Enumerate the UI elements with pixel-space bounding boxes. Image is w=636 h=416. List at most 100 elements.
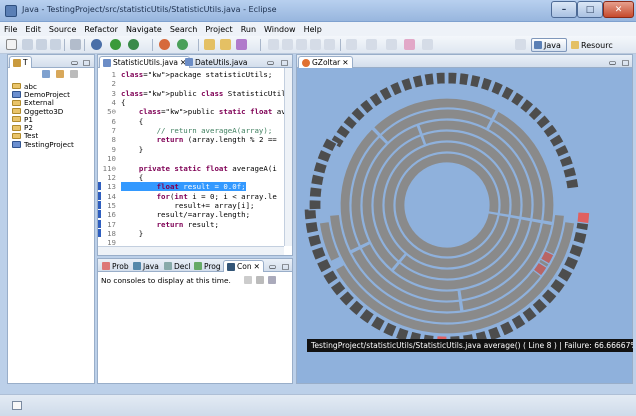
toggle-comment-icon[interactable] <box>324 39 335 50</box>
code-line[interactable]: 3 class="kw">public class StatisticUtils <box>98 89 284 98</box>
collapse-all-icon[interactable] <box>42 70 50 78</box>
last-edit-icon[interactable] <box>386 39 397 50</box>
sunburst-line-block[interactable] <box>315 257 333 274</box>
minimize-button[interactable]: – <box>551 1 577 18</box>
mark-occurrences-icon[interactable] <box>268 39 279 50</box>
print-icon[interactable] <box>70 39 81 50</box>
open-type-icon[interactable] <box>204 39 215 50</box>
sunburst-line-block[interactable] <box>411 73 425 89</box>
sunburst-line-block[interactable] <box>568 242 585 259</box>
sunburst-line-block[interactable] <box>381 321 398 338</box>
open-perspective-icon[interactable] <box>515 39 526 50</box>
code-line[interactable]: 19 <box>98 238 284 246</box>
code-line[interactable]: 5⊖ class="kw">public static float averag… <box>98 107 284 116</box>
code-line[interactable]: 17 return result; <box>98 219 284 229</box>
sunburst-line-block[interactable] <box>558 154 575 169</box>
maximize-view-icon[interactable]: □ <box>278 56 291 68</box>
tab-javadoc[interactable]: Java <box>130 260 162 272</box>
save-icon[interactable] <box>22 39 33 50</box>
new-file-icon[interactable] <box>6 39 17 50</box>
minimize-view-icon[interactable]: ▭ <box>266 260 279 272</box>
tab-dateutils-java[interactable]: DateUtils.java <box>182 56 251 68</box>
display-console-icon[interactable] <box>256 276 264 284</box>
sunburst-line-block[interactable] <box>312 160 329 175</box>
vertical-scrollbar[interactable] <box>284 68 292 246</box>
sunburst-line-block[interactable] <box>306 233 323 249</box>
sunburst-line-block[interactable] <box>468 73 482 89</box>
sunburst-line-block[interactable] <box>316 148 333 164</box>
code-editor[interactable]: 1 class="kw">package statisticUtils; 2 3 cla… <box>98 68 284 246</box>
sunburst-line-block[interactable] <box>479 76 494 93</box>
code-line[interactable]: 8 return (array.length % 2 == <box>98 135 284 144</box>
back-icon[interactable] <box>404 39 415 50</box>
tree-item[interactable]: Oggetto3D <box>12 107 74 116</box>
previous-annotation-icon[interactable] <box>366 39 377 50</box>
sunburst-line-block[interactable] <box>435 71 446 86</box>
sunburst-line-block[interactable] <box>310 245 328 262</box>
code-line[interactable]: 10 <box>98 154 284 163</box>
tab-progress[interactable]: Prog <box>191 260 224 272</box>
maximize-view-icon[interactable]: □ <box>80 56 93 68</box>
close-tab-icon[interactable]: ✕ <box>342 58 348 67</box>
pin-console-icon[interactable] <box>244 276 252 284</box>
tree-item[interactable]: P1 <box>12 115 74 124</box>
search-icon[interactable] <box>236 39 247 50</box>
sunburst-line-block[interactable] <box>399 76 414 93</box>
code-line[interactable]: 11⊖ private static float averageA(i <box>98 164 284 173</box>
code-line[interactable]: 16 result/=array.length; <box>98 210 284 219</box>
view-menu-icon[interactable] <box>70 70 78 78</box>
sunburst-line-block[interactable] <box>309 173 325 187</box>
tab-console[interactable]: Con ✕ <box>223 260 264 272</box>
menu-edit[interactable]: Edit <box>25 25 41 34</box>
next-annotation-icon[interactable] <box>346 39 357 50</box>
new-java-project-icon[interactable] <box>159 39 170 50</box>
save-all-icon[interactable] <box>36 39 47 50</box>
sunburst-line-block[interactable] <box>564 177 580 190</box>
new-class-icon[interactable] <box>177 39 188 50</box>
sunburst-line-block[interactable] <box>458 71 470 87</box>
sunburst-line-block[interactable] <box>498 319 515 337</box>
code-line[interactable]: 9 } <box>98 145 284 154</box>
code-line[interactable]: 18 } <box>98 228 284 238</box>
show-whitespace-icon[interactable] <box>310 39 321 50</box>
resource-perspective-button[interactable]: Resourc <box>569 38 635 52</box>
sunburst-line-block[interactable] <box>423 72 436 87</box>
minimize-view-icon[interactable]: ▭ <box>606 56 619 68</box>
tab-statisticutils-java[interactable]: StatisticUtils.java ✕ <box>99 56 191 68</box>
debug-icon[interactable] <box>91 39 102 50</box>
sunburst-line-block[interactable] <box>388 80 404 97</box>
sunburst-line-block[interactable] <box>304 220 320 235</box>
maximize-view-icon[interactable]: □ <box>279 260 292 272</box>
code-line[interactable]: 15 result+= array[i]; <box>98 200 284 210</box>
java-perspective-button[interactable]: Java <box>531 38 567 52</box>
sunburst-line-block[interactable] <box>489 80 505 97</box>
code-line[interactable]: 7 // return averageA(array); <box>98 126 284 135</box>
forward-icon[interactable] <box>422 39 433 50</box>
open-console-icon[interactable] <box>268 276 276 284</box>
menu-file[interactable]: File <box>4 25 17 34</box>
menu-window[interactable]: Window <box>264 25 296 34</box>
close-button[interactable]: ✕ <box>603 1 634 18</box>
horizontal-scrollbar[interactable] <box>98 246 284 255</box>
menu-navigate[interactable]: Navigate <box>126 25 162 34</box>
open-icon[interactable] <box>50 39 61 50</box>
menu-source[interactable]: Source <box>49 25 76 34</box>
open-task-icon[interactable] <box>220 39 231 50</box>
sunburst-line-block[interactable] <box>447 71 458 86</box>
code-line[interactable]: 4{ <box>98 98 284 107</box>
code-line[interactable]: 1 class="kw">package statisticUtils; <box>98 70 284 79</box>
menu-run[interactable]: Run <box>241 25 256 34</box>
toggle-breadcrumb-icon[interactable] <box>282 39 293 50</box>
fast-view-icon[interactable] <box>12 401 22 410</box>
menu-project[interactable]: Project <box>205 25 232 34</box>
external-tools-icon[interactable] <box>128 39 139 50</box>
menu-help[interactable]: Help <box>304 25 322 34</box>
sunburst-line-block[interactable] <box>308 199 322 211</box>
code-line[interactable]: 6 { <box>98 117 284 126</box>
tab-gzoltar[interactable]: GZoltar ✕ <box>298 56 353 68</box>
code-line[interactable]: 2 <box>98 79 284 88</box>
sunburst-line-block[interactable] <box>562 165 578 179</box>
code-line[interactable]: 14 for(int i = 0; i < array.le <box>98 191 284 201</box>
menu-refactor[interactable]: Refactor <box>84 25 118 34</box>
maximize-view-icon[interactable]: □ <box>619 56 632 68</box>
